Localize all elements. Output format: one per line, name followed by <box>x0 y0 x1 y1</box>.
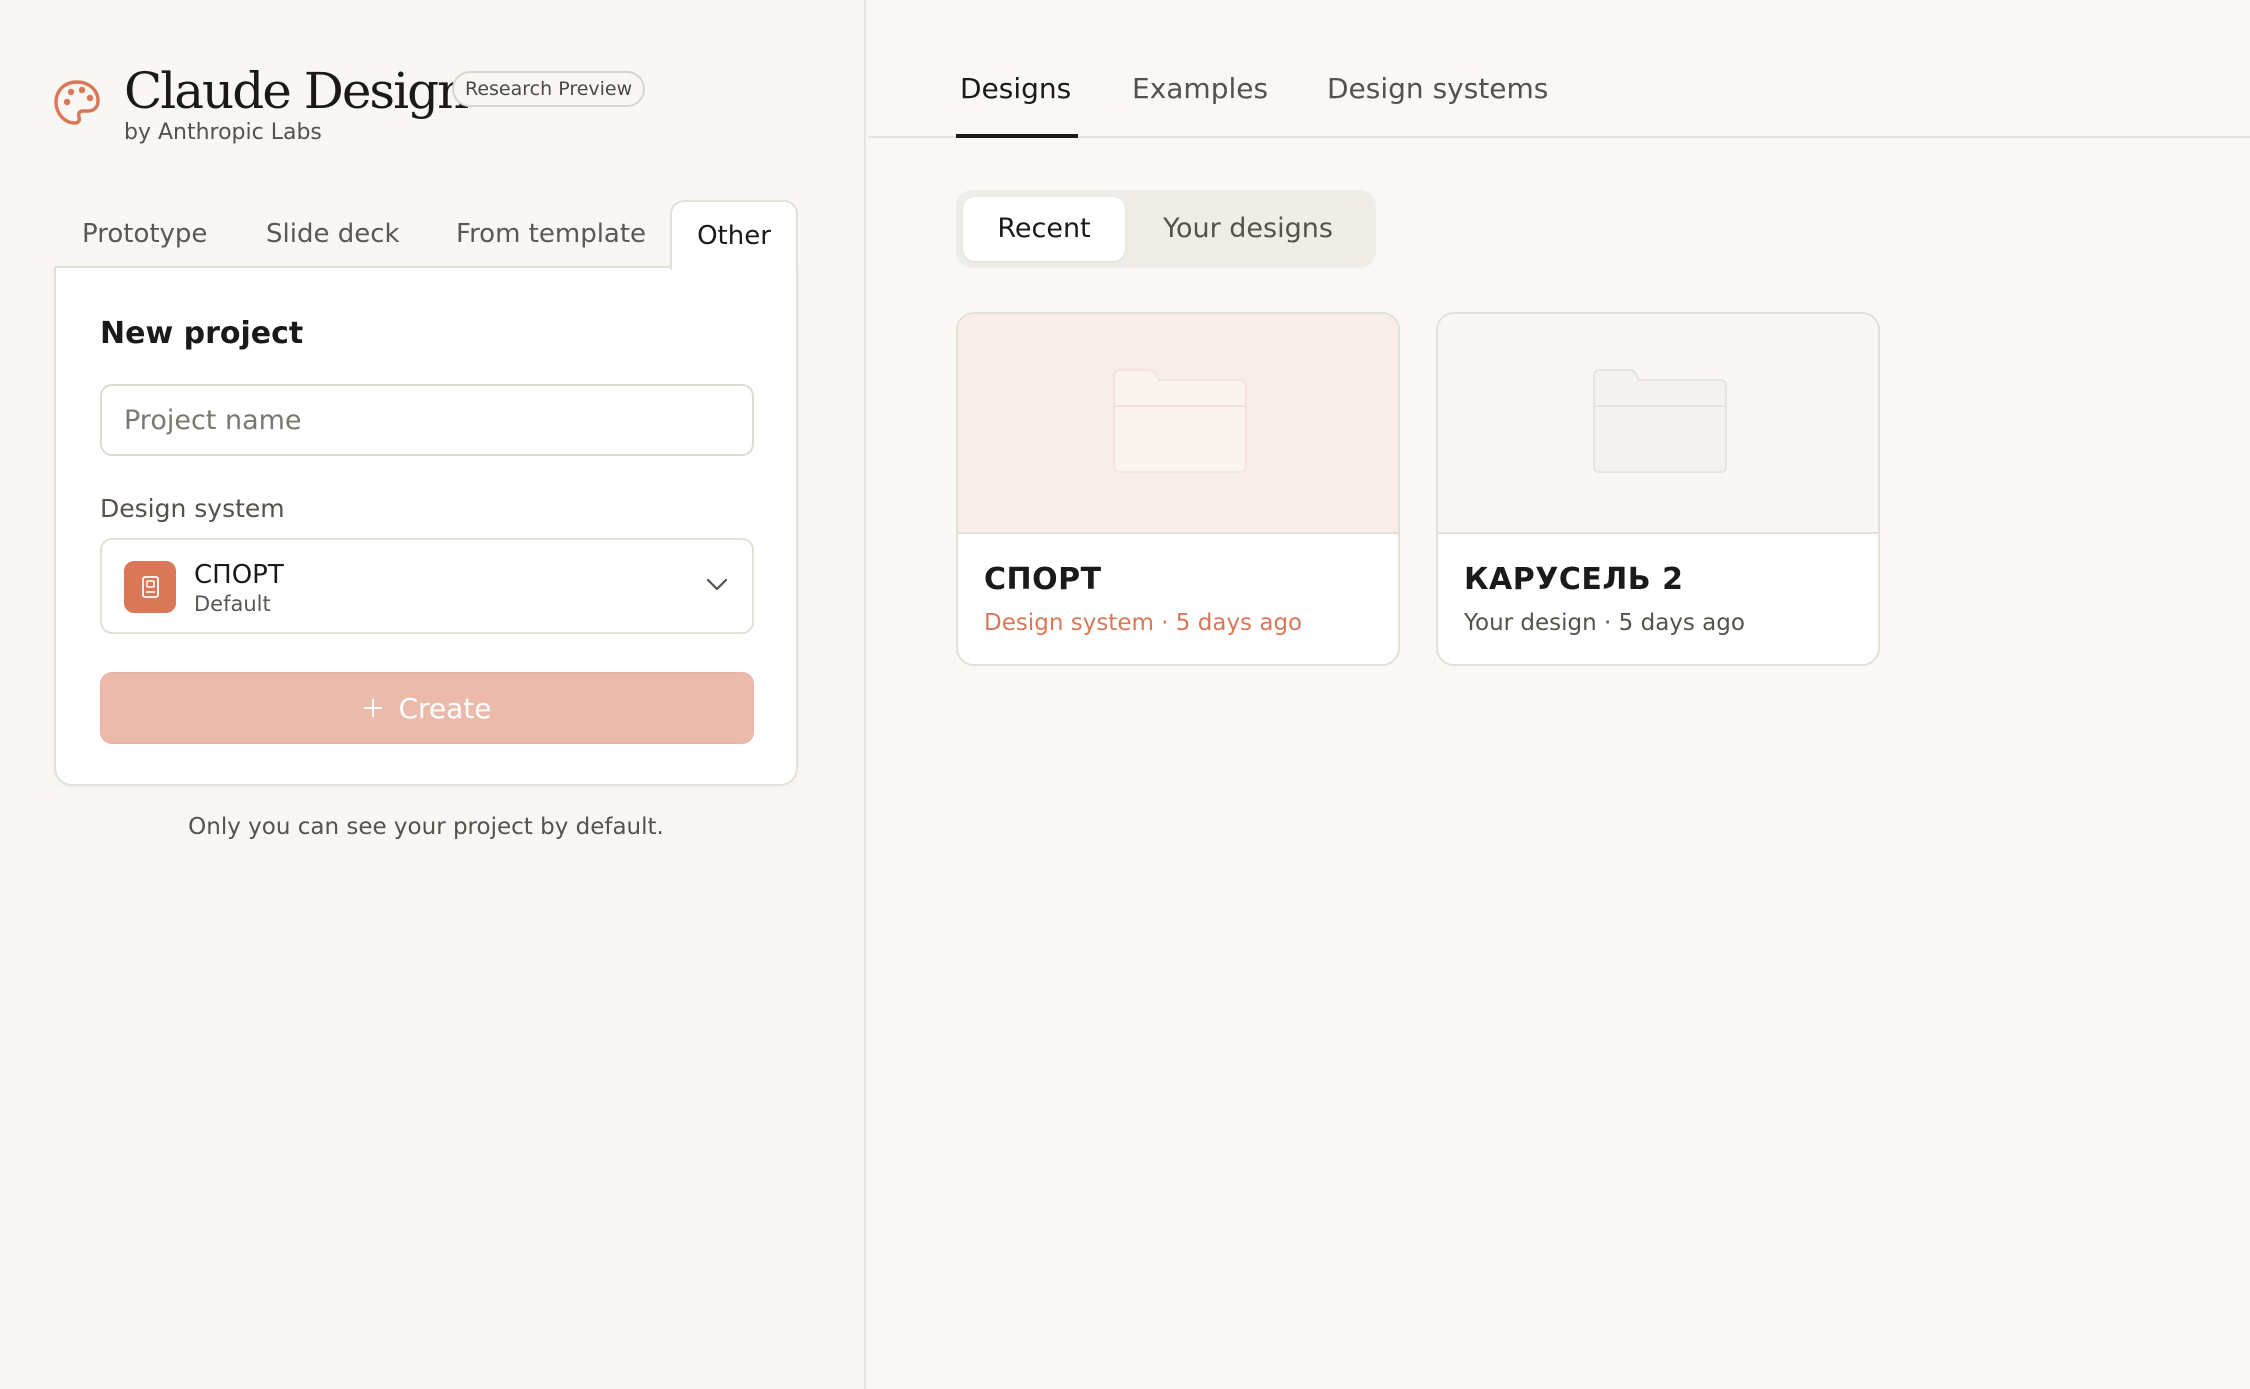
tab-other[interactable]: Other <box>670 200 798 270</box>
project-meta: Your design · 5 days ago <box>1464 610 1745 636</box>
design-system-name: СПОРТ <box>194 560 284 590</box>
design-system-default: Default <box>194 592 271 616</box>
project-card[interactable]: СПОРТ Design system · 5 days ago <box>956 312 1400 666</box>
privacy-note: Only you can see your project by default… <box>188 814 664 840</box>
app-title: Claude Design <box>124 62 469 120</box>
project-meta: Design system · 5 days ago <box>984 610 1303 636</box>
project-name: СПОРТ <box>984 562 1102 597</box>
tab-prototype[interactable]: Prototype <box>82 200 207 268</box>
app-subtitle: by Anthropic Labs <box>124 120 322 145</box>
palette-icon <box>54 80 100 125</box>
book-icon <box>142 576 159 598</box>
designs-filter: Recent Your designs <box>956 190 1376 268</box>
active-tab-indicator <box>956 134 1078 138</box>
create-button[interactable]: Create <box>100 672 754 744</box>
filter-recent[interactable]: Recent <box>963 197 1125 261</box>
plus-icon <box>364 699 383 717</box>
research-preview-badge: Research Preview <box>452 71 646 107</box>
filter-your-designs[interactable]: Your designs <box>1128 197 1368 261</box>
new-project-card: New project Design system СПОРТ Default <box>54 266 798 786</box>
tab-designs[interactable]: Designs <box>960 72 1071 105</box>
new-project-title: New project <box>100 316 304 351</box>
project-type-tabs: Prototype Slide deck From template Other <box>54 200 798 270</box>
left-panel: Claude Design Research Preview by Anthro… <box>0 0 866 1389</box>
right-panel: Designs Examples Design systems Recent Y… <box>868 0 2250 1389</box>
chevron-down-icon <box>706 578 728 591</box>
project-name-input[interactable] <box>100 384 754 456</box>
tab-design-systems[interactable]: Design systems <box>1327 72 1548 105</box>
tab-from-template[interactable]: From template <box>456 200 646 268</box>
project-thumbnail <box>1438 314 1878 534</box>
design-system-label: Design system <box>100 494 285 523</box>
design-system-select[interactable]: СПОРТ Default <box>100 538 754 634</box>
folder-icon <box>1593 369 1727 473</box>
project-name: КАРУСЕЛЬ 2 <box>1464 562 1684 597</box>
tab-slide-deck[interactable]: Slide deck <box>266 200 400 268</box>
project-thumbnail <box>958 314 1398 534</box>
folder-icon <box>1113 369 1247 473</box>
design-system-swatch <box>124 561 176 613</box>
tab-examples[interactable]: Examples <box>1132 72 1268 105</box>
create-button-label: Create <box>398 691 492 725</box>
designs-tabs: Designs Examples Design systems <box>868 0 2250 138</box>
project-card[interactable]: КАРУСЕЛЬ 2 Your design · 5 days ago <box>1436 312 1880 666</box>
app-window: Claude Design Research Preview by Anthro… <box>0 0 2250 1389</box>
